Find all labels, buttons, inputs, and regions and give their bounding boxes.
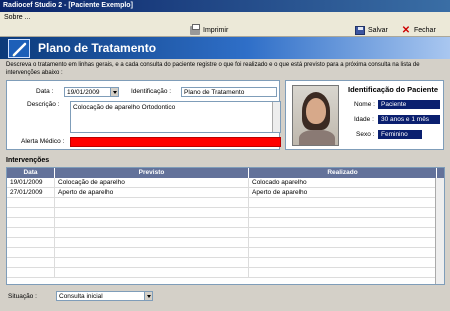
description-label: Descrição : xyxy=(27,101,60,108)
name-label: Nome : xyxy=(354,101,375,108)
description-value: Colocação de aparelho Ortodontico xyxy=(73,104,176,111)
column-header-date[interactable]: Data xyxy=(7,168,55,178)
status-label: Situação : xyxy=(8,293,37,300)
table-row[interactable]: 19/01/2009 Colocação de aparelho Colocad… xyxy=(7,178,444,188)
menu-bar: Sobre ... xyxy=(0,12,450,23)
status-select[interactable]: Consulta inicial xyxy=(56,291,153,301)
table-scrollbar[interactable] xyxy=(435,178,444,284)
medical-alert-input[interactable] xyxy=(70,137,281,147)
page-title: Plano de Tratamento xyxy=(38,41,157,55)
column-header-planned[interactable]: Previsto xyxy=(55,168,249,178)
table-row[interactable]: 27/01/2009 Aperto de aparelho Aperto de … xyxy=(7,188,444,198)
description-textarea[interactable]: Colocação de aparelho Ortodontico xyxy=(70,101,281,133)
save-icon xyxy=(355,25,365,35)
cell-planned[interactable]: Colocação de aparelho xyxy=(55,178,249,187)
menu-item-about[interactable]: Sobre ... xyxy=(4,14,30,21)
close-button[interactable]: ✕ Fechar xyxy=(401,25,436,35)
date-value: 19/01/2009 xyxy=(67,89,100,96)
date-label: Data : xyxy=(36,88,54,95)
cell-done[interactable]: Colocado aparelho xyxy=(249,178,437,187)
table-row-empty[interactable] xyxy=(7,198,444,208)
sex-value: Feminino xyxy=(378,130,422,139)
chevron-down-icon[interactable] xyxy=(144,292,152,300)
instructions-text: Descreva o tratamento em linhas gerais, … xyxy=(6,62,420,76)
window-title: Radiocef Studio 2 - [Paciente Exemplo] xyxy=(0,0,450,12)
description-scrollbar[interactable] xyxy=(272,102,280,132)
print-button[interactable]: Imprimir xyxy=(190,23,229,35)
toolbar: Imprimir Salvar ✕ Fechar xyxy=(0,23,450,37)
table-row-empty[interactable] xyxy=(7,218,444,228)
cell-date[interactable]: 19/01/2009 xyxy=(7,178,55,187)
date-picker[interactable]: 19/01/2009 xyxy=(64,87,119,97)
cell-done[interactable]: Aperto de aparelho xyxy=(249,188,437,197)
plan-form: Data : 19/01/2009 Identificação : Plano … xyxy=(6,80,281,150)
printer-icon xyxy=(190,23,200,35)
close-icon: ✕ xyxy=(401,24,411,36)
table-row-empty[interactable] xyxy=(7,238,444,248)
save-button[interactable]: Salvar xyxy=(355,25,388,35)
header-banner: Plano de Tratamento xyxy=(0,37,450,59)
print-label: Imprimir xyxy=(203,26,229,34)
table-row-empty[interactable] xyxy=(7,268,444,278)
table-header: Data Previsto Realizado xyxy=(7,168,444,178)
age-value: 30 anos e 1 mês xyxy=(378,115,440,124)
name-value: Paciente xyxy=(378,100,440,109)
identification-label: Identificação : xyxy=(131,88,172,95)
identification-input[interactable]: Plano de Tratamento xyxy=(181,87,277,97)
medical-alert-label: Alerta Médico : xyxy=(21,138,65,145)
status-value: Consulta inicial xyxy=(59,293,103,300)
table-row-empty[interactable] xyxy=(7,208,444,218)
close-label: Fechar xyxy=(414,26,436,34)
age-label: Idade : xyxy=(354,116,374,123)
interventions-title: Intervenções xyxy=(6,157,50,164)
pen-icon xyxy=(8,39,30,58)
table-row-empty[interactable] xyxy=(7,248,444,258)
cell-planned[interactable]: Aperto de aparelho xyxy=(55,188,249,197)
chevron-down-icon[interactable] xyxy=(110,88,118,96)
patient-panel-title: Identificação do Paciente xyxy=(348,85,439,94)
table-row-empty[interactable] xyxy=(7,228,444,238)
save-label: Salvar xyxy=(368,26,388,34)
sex-label: Sexo : xyxy=(356,131,375,138)
cell-date[interactable]: 27/01/2009 xyxy=(7,188,55,197)
patient-identification-panel: Identificação do Paciente Nome : Pacient… xyxy=(285,80,444,150)
interventions-table: Data Previsto Realizado 19/01/2009 Coloc… xyxy=(6,167,445,285)
column-header-done[interactable]: Realizado xyxy=(249,168,437,178)
table-row-empty[interactable] xyxy=(7,258,444,268)
patient-photo xyxy=(292,85,339,146)
